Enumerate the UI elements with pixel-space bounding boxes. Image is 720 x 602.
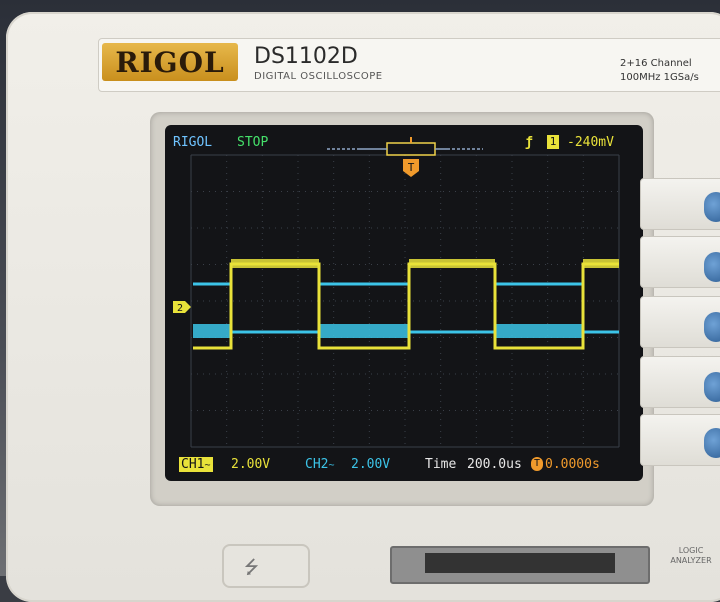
time-label: Time <box>425 457 457 472</box>
trigger-edge-icon: ƒ <box>525 135 533 150</box>
ch1-high-noise <box>409 259 495 268</box>
waveform-display: T 2 <box>173 137 620 448</box>
logic-analyzer-socket <box>425 553 615 573</box>
ch1-high-noise <box>231 259 319 268</box>
menu-button-5[interactable] <box>704 428 720 458</box>
oscilloscope-screen: T 2 RIGOL STOP ƒ 1 -240mV CH1~ 2.00V CH2… <box>165 125 643 481</box>
trigger-offset-icon: T <box>531 457 543 471</box>
usb-icon: ⭍ <box>244 557 259 578</box>
menu-button-1[interactable] <box>704 192 720 222</box>
ch1-label: CH1~ <box>179 457 213 472</box>
svg-text:T: T <box>408 161 415 174</box>
usb-host-port[interactable] <box>222 544 310 588</box>
graticule <box>190 154 620 448</box>
rigol-logo: RIGOL <box>102 43 238 81</box>
ch2-label: CH2~ <box>305 457 335 472</box>
ch2-low-noise <box>193 324 231 338</box>
ch1-high-noise <box>583 259 619 268</box>
model-subtitle: DIGITAL OSCILLOSCOPE <box>254 71 383 82</box>
timebase-overview <box>327 137 483 156</box>
trigger-position-marker: T <box>403 159 419 177</box>
trigger-offset: 0.0000s <box>545 457 600 472</box>
logic-analyzer-label: LOGIC ANALYZER <box>670 546 712 565</box>
ch2-low-noise <box>495 324 583 338</box>
trigger-source-badge: 1 <box>547 135 559 149</box>
spec-bandwidth: 100MHz 1GSa/s <box>620 72 699 83</box>
screen-brand: RIGOL <box>173 135 213 150</box>
menu-button-2[interactable] <box>704 252 720 282</box>
menu-button-3[interactable] <box>704 312 720 342</box>
svg-text:2: 2 <box>177 303 183 314</box>
ch1-scale: 2.00V <box>231 457 271 472</box>
ch2-ground-marker: 2 <box>173 301 191 314</box>
ch1-noise-band <box>231 259 619 268</box>
run-state: STOP <box>237 135 269 150</box>
model-name: DS1102D <box>254 44 358 69</box>
trigger-level: -240mV <box>567 135 614 150</box>
menu-button-4[interactable] <box>704 372 720 402</box>
spec-channels: 2+16 Channel <box>620 58 692 69</box>
ch2-low-noise <box>319 324 409 338</box>
ch2-scale: 2.00V <box>351 457 391 472</box>
time-scale: 200.0us <box>467 457 522 472</box>
